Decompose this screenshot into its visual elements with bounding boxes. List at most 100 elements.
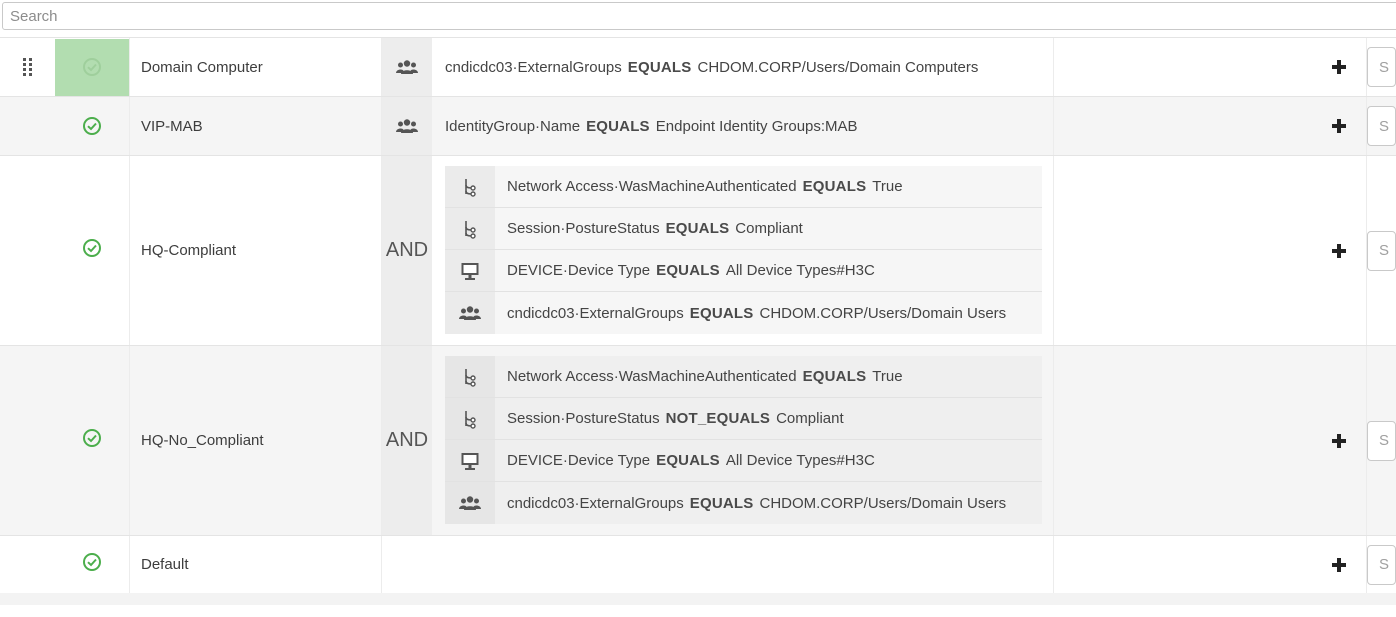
condition-item[interactable]: DEVICE·Device Type EQUALS All Device Typ… [445, 440, 1042, 482]
drag-handle-icon[interactable] [22, 57, 34, 77]
rule-conditions[interactable]: Network Access·WasMachineAuthenticated E… [432, 156, 1054, 345]
condition-value: All Device Types#H3C [725, 452, 875, 469]
condition-operator: EQUALS [689, 494, 754, 512]
condition-text[interactable]: cndicdc03·ExternalGroups EQUALS CHDOM.CO… [495, 482, 1042, 524]
user-group-icon [459, 306, 481, 320]
rule-status[interactable] [55, 536, 130, 593]
plus-icon[interactable] [1331, 119, 1346, 133]
plus-icon[interactable] [1331, 60, 1346, 74]
condition-text[interactable]: cndicdc03·ExternalGroups EQUALS CHDOM.CO… [495, 292, 1042, 334]
condition-icon-cell [445, 398, 495, 439]
condition-item[interactable]: Session·PostureStatus NOT_EQUALS Complia… [445, 398, 1042, 440]
condition-attribute: Session·PostureStatus [507, 220, 660, 237]
condition-icon-cell [445, 208, 495, 249]
plus-icon[interactable] [1331, 243, 1346, 258]
condition-item[interactable]: cndicdc03·ExternalGroups EQUALS CHDOM.CO… [445, 292, 1042, 334]
rule-status[interactable] [55, 346, 130, 535]
user-group-icon [396, 119, 418, 133]
rule-name[interactable]: HQ-No_Compliant [130, 346, 382, 535]
check-circle-icon[interactable] [82, 552, 102, 572]
logical-operator: AND [382, 346, 432, 535]
condition-icon-cell [445, 166, 495, 207]
status-active-cell[interactable] [55, 38, 129, 96]
condition-value: Endpoint Identity Groups:MAB [655, 117, 858, 135]
condition-value: CHDOM.CORP/Users/Domain Users [759, 494, 1007, 512]
condition-icon-cell [445, 440, 495, 481]
result-select[interactable]: S [1367, 156, 1396, 345]
rule-conditions [382, 536, 1054, 593]
table-row[interactable]: HQ-Compliant AND Network Access·WasMachi… [0, 155, 1396, 345]
condition-item[interactable]: cndicdc03·ExternalGroups EQUALS CHDOM.CO… [445, 482, 1042, 524]
drag-cell [0, 156, 55, 345]
condition-text[interactable]: Session·PostureStatus EQUALS Compliant [495, 208, 1042, 249]
table-row[interactable]: Default S [0, 535, 1396, 593]
select-box[interactable]: S [1367, 47, 1396, 87]
empty-column [1054, 346, 1311, 535]
monitor-icon [461, 452, 479, 470]
hierarchy-icon [465, 368, 476, 387]
condition-item[interactable]: Network Access·WasMachineAuthenticated E… [445, 166, 1042, 208]
rule-name[interactable]: Default [130, 536, 382, 593]
plus-icon[interactable] [1331, 433, 1346, 448]
select-box[interactable]: S [1367, 420, 1396, 461]
result-select[interactable]: S [1367, 38, 1396, 96]
condition-text[interactable]: Session·PostureStatus NOT_EQUALS Complia… [495, 398, 1042, 439]
add-rule-button[interactable] [1311, 156, 1367, 345]
condition-item[interactable]: DEVICE·Device Type EQUALS All Device Typ… [445, 250, 1042, 292]
condition-value: True [872, 368, 903, 385]
condition-value: Compliant [776, 410, 844, 427]
condition-icon-cell [382, 97, 432, 155]
condition-operator: EQUALS [665, 220, 730, 237]
condition-operator: EQUALS [627, 58, 692, 76]
rule-conditions[interactable]: cndicdc03·ExternalGroups EQUALS CHDOM.CO… [432, 38, 1054, 96]
condition-operator: EQUALS [689, 304, 754, 322]
check-circle-icon[interactable] [82, 238, 102, 258]
condition-item[interactable]: Network Access·WasMachineAuthenticated E… [445, 356, 1042, 398]
rule-name[interactable]: HQ-Compliant [130, 156, 382, 345]
hierarchy-icon [465, 178, 476, 197]
rule-status[interactable] [55, 156, 130, 345]
condition-value: All Device Types#H3C [725, 262, 875, 279]
condition-operator: EQUALS [802, 368, 867, 385]
rule-status[interactable] [55, 97, 130, 155]
condition-attribute: IdentityGroup·Name [445, 117, 581, 135]
rule-conditions[interactable]: IdentityGroup·Name EQUALS Endpoint Ident… [432, 97, 1054, 155]
table-row[interactable]: HQ-No_Compliant AND Network Access·WasMa… [0, 345, 1396, 535]
add-rule-button[interactable] [1311, 97, 1367, 155]
result-select[interactable]: S [1367, 536, 1396, 593]
rule-name[interactable]: Domain Computer [130, 38, 382, 96]
plus-icon[interactable] [1331, 557, 1346, 572]
result-select[interactable]: S [1367, 97, 1396, 155]
check-circle-icon[interactable] [82, 428, 102, 448]
result-select[interactable]: S [1367, 346, 1396, 535]
table-row[interactable]: Domain Computer cndicdc03·ExternalGroups… [0, 37, 1396, 96]
condition-text[interactable]: Network Access·WasMachineAuthenticated E… [495, 356, 1042, 397]
condition-text[interactable]: DEVICE·Device Type EQUALS All Device Typ… [495, 440, 1042, 481]
rule-conditions[interactable]: Network Access·WasMachineAuthenticated E… [432, 346, 1054, 535]
condition-text[interactable]: Network Access·WasMachineAuthenticated E… [495, 166, 1042, 207]
check-circle-icon[interactable] [82, 116, 102, 136]
condition-attribute: cndicdc03·ExternalGroups [507, 304, 684, 322]
add-rule-button[interactable] [1311, 38, 1367, 96]
add-rule-button[interactable] [1311, 536, 1367, 593]
hierarchy-icon [465, 410, 476, 429]
add-rule-button[interactable] [1311, 346, 1367, 535]
condition-attribute: DEVICE·Device Type [507, 262, 651, 279]
rule-name[interactable]: VIP-MAB [130, 97, 382, 155]
user-group-icon [459, 496, 481, 510]
select-box[interactable]: S [1367, 230, 1396, 271]
table-footer-strip [0, 593, 1396, 605]
condition-text[interactable]: IdentityGroup·Name EQUALS Endpoint Ident… [445, 97, 858, 155]
condition-operator: EQUALS [586, 117, 650, 135]
select-box[interactable]: S [1367, 106, 1396, 146]
condition-text[interactable]: DEVICE·Device Type EQUALS All Device Typ… [495, 250, 1042, 291]
condition-text[interactable]: cndicdc03·ExternalGroups EQUALS CHDOM.CO… [445, 38, 978, 96]
rule-status[interactable] [55, 38, 130, 96]
search-input[interactable] [2, 2, 1396, 30]
drag-handle[interactable] [0, 38, 55, 96]
condition-item[interactable]: Session·PostureStatus EQUALS Compliant [445, 208, 1042, 250]
select-box[interactable]: S [1367, 544, 1396, 585]
table-row[interactable]: VIP-MAB IdentityGroup·Name EQUALS Endpoi… [0, 96, 1396, 155]
search-bar [0, 0, 1396, 32]
condition-icon-cell [445, 482, 495, 524]
